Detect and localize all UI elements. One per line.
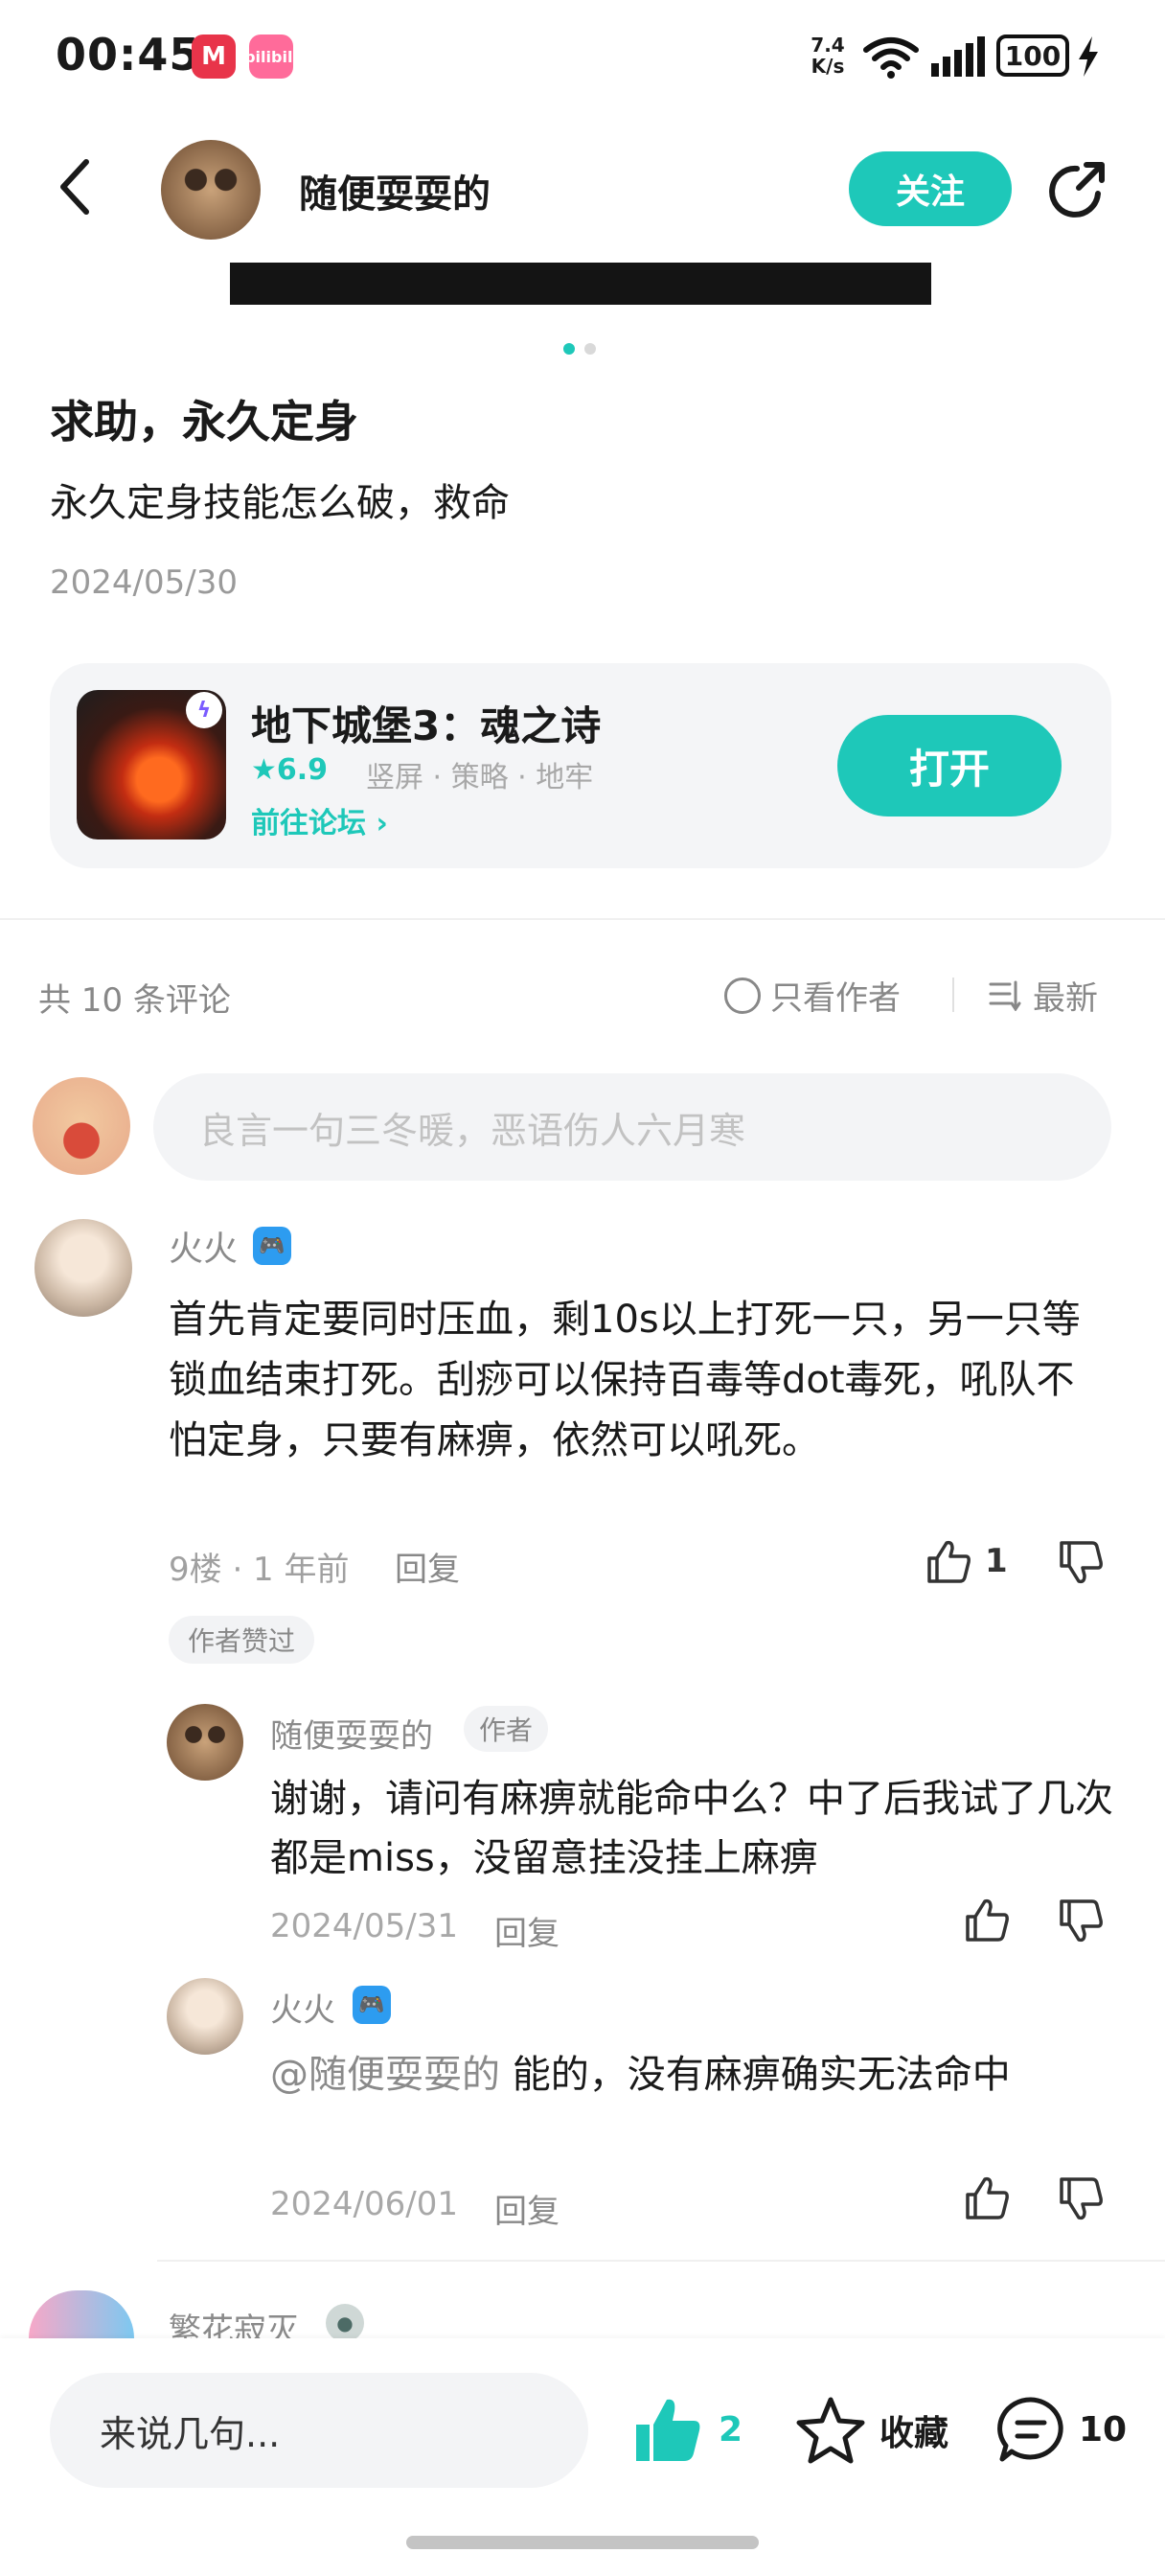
post-image-strip[interactable] [230,263,931,305]
comment-bubble-icon [997,2397,1063,2462]
comments-button[interactable]: 10 [996,2396,1127,2463]
gamepad-badge-icon: 🎮 [253,1227,291,1265]
status-time: 00:45 [56,29,201,80]
mention-link[interactable]: @随便耍耍的 [270,2053,500,2097]
open-game-button[interactable]: 打开 [837,715,1062,816]
charging-icon [1079,36,1098,77]
favorite-label: 收藏 [879,2414,949,2453]
like-button[interactable]: 1 [925,1539,1008,1583]
thumbs-up-icon [927,1540,971,1583]
game-name[interactable]: 地下城堡3：魂之诗 [251,694,601,752]
battery-indicator: 100 [996,34,1069,77]
back-icon[interactable] [57,158,92,216]
post-like-button[interactable]: 2 [632,2396,742,2463]
bilibili-notification-icon: bilibili [244,34,298,79]
comment-text: 首先肯定要同时压血，剩10s以上打死一只，另一只等锁血结束打死。刮痧可以保持百毒… [169,1298,1081,1462]
character-badge-icon: ● [326,2304,364,2342]
reply-text: 谢谢，请问有麻痹就能命中么？中了后我试了几次都是miss，没留意挂没挂上麻痹 [270,1777,1113,1880]
signal-icon [931,36,985,77]
author-only-label: 只看作者 [770,979,901,1018]
favorite-button[interactable]: 收藏 [795,2396,948,2465]
share-icon[interactable] [1044,159,1109,224]
follow-button[interactable]: 关注 [849,151,1012,226]
reply-date: 2024/05/31 [270,1907,458,1945]
thumbs-down-icon[interactable] [1058,1541,1104,1585]
say-something-input[interactable]: 来说几句... [50,2373,588,2488]
carousel-dot-active [563,343,575,355]
thumbs-up-icon[interactable] [964,1898,1010,1942]
comment-count: 共 10 条评论 [38,981,231,1020]
sort-icon [989,980,1021,1011]
home-indicator[interactable] [406,2536,759,2549]
my-avatar [33,1077,130,1175]
forum-link[interactable]: 前往论坛 › [251,799,388,841]
like-count: 1 [985,1542,1008,1580]
author-avatar[interactable] [161,140,261,240]
comment-input[interactable]: 良言一句三冬暖，恶语伤人六月寒 [153,1073,1111,1181]
carousel-dot [584,343,596,355]
wifi-icon [863,37,919,79]
commenter-avatar[interactable] [34,1219,132,1317]
comment-divider [157,2260,1165,2262]
reply-avatar[interactable] [167,1704,243,1781]
commenter-avatar[interactable] [29,2290,134,2338]
thumbs-up-filled-icon [636,2399,700,2461]
network-speed-unit: K/s [811,55,845,78]
reply-username[interactable]: 随便耍耍的 [270,1710,433,1757]
divider [952,978,954,1012]
reply-date: 2024/06/01 [270,2185,458,2223]
comment-meta: 9楼 · 1 年前 [169,1551,350,1589]
game-rating: ★6.9 [251,753,329,787]
section-divider [0,918,1165,920]
post-date: 2024/05/30 [50,564,238,602]
author-liked-badge: 作者赞过 [169,1616,315,1664]
reply-text: @随便耍耍的 能的，没有麻痹确实无法命中 [270,2045,1113,2104]
commenter-name[interactable]: 火火 [169,1221,238,1271]
author-name[interactable]: 随便耍耍的 [299,163,491,218]
author-only-toggle[interactable]: 只看作者 [724,972,901,1019]
reply-button[interactable]: 回复 [395,1543,460,1590]
network-speed: 7.4 K/s [807,34,849,77]
reply-button[interactable]: 回复 [494,2185,560,2232]
thumbs-down-icon[interactable] [1058,1899,1104,1944]
lightning-badge-icon: ϟ [186,692,222,728]
post-like-count: 2 [719,2409,743,2450]
reply-username[interactable]: 火火 [270,1984,335,2031]
thumbs-down-icon[interactable] [1058,2177,1104,2221]
reply-body: 能的，没有麻痹确实无法命中 [500,2053,1011,2097]
thumbs-up-icon[interactable] [964,2175,1010,2220]
reply-avatar[interactable] [167,1978,243,2055]
star-icon [796,2397,865,2464]
post-title: 求助，永久定身 [50,396,358,448]
comments-count: 10 [1079,2409,1128,2450]
post-body: 永久定身技能怎么破，救命 [50,481,510,525]
radio-circle-icon[interactable] [724,977,761,1014]
game-tags: 竖屏 · 策略 · 地牢 [366,761,594,794]
network-speed-value: 7.4 [811,34,845,57]
author-tag: 作者 [464,1706,549,1752]
sort-toggle[interactable]: 最新 [989,972,1098,1019]
gamepad-badge-icon: 🎮 [353,1986,391,2024]
sort-label: 最新 [1033,979,1098,1018]
reply-button[interactable]: 回复 [494,1907,560,1954]
app-notification-icon: M [192,34,236,79]
